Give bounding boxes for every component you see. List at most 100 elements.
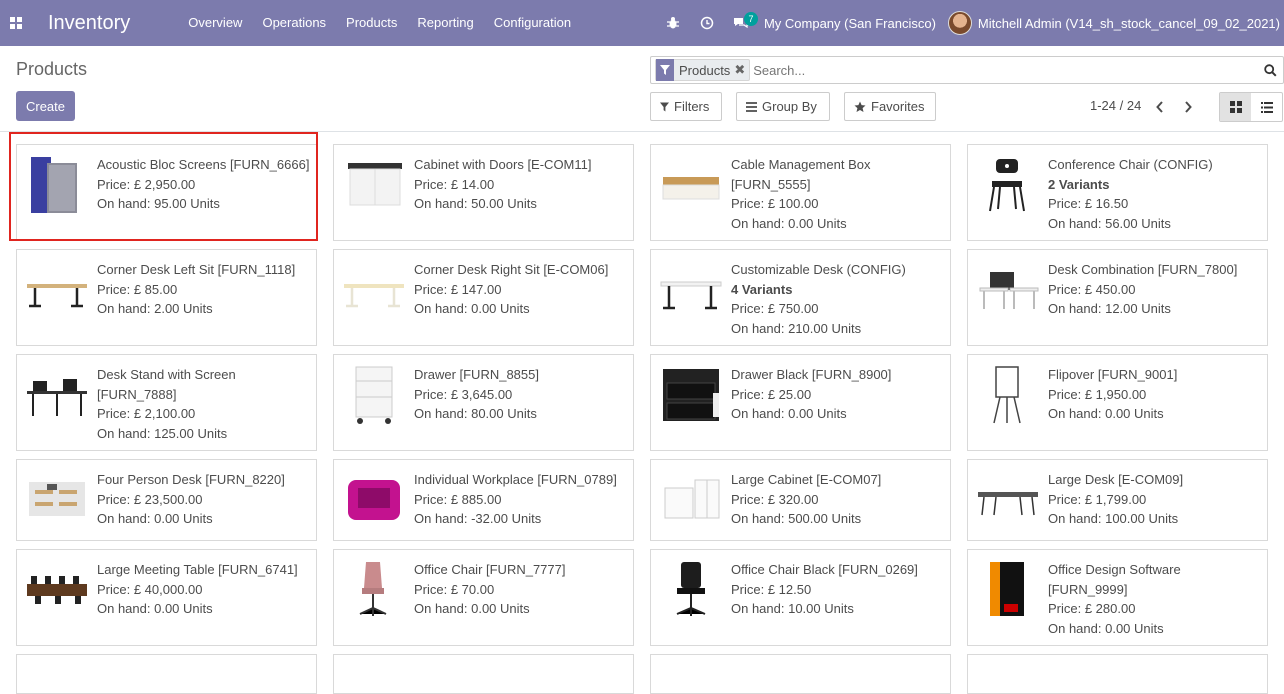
product-card[interactable]: Four Person Desk [FURN_8220] Price: £ 23,…	[16, 459, 317, 541]
create-button[interactable]: Create	[16, 91, 75, 121]
desk-stand-icon	[27, 379, 87, 416]
product-card[interactable]: Corner Desk Left Sit [FURN_1118] Price: £…	[16, 249, 317, 346]
product-onhand: On hand: 500.00 Units	[731, 511, 862, 526]
list-icon	[746, 101, 757, 112]
product-card[interactable]: Large Cabinet [E-COM07] Price: £ 320.00 On…	[650, 459, 951, 541]
product-onhand: On hand: 80.00 Units	[414, 406, 537, 421]
workplace-icon	[348, 480, 400, 520]
menu-products[interactable]: Products	[336, 0, 407, 46]
page-title[interactable]: Products	[16, 59, 87, 80]
product-card[interactable]: Office Chair Black [FURN_0269] Price: £ 1…	[650, 549, 951, 646]
product-price: Price: £ 147.00	[414, 281, 502, 297]
product-price: Price: £ 450.00	[1048, 281, 1136, 297]
product-price: Price: £ 85.00	[97, 281, 178, 297]
bug-icon[interactable]	[656, 0, 690, 46]
product-card[interactable]: Cabinet with Doors [E-COM11] Price: £ 14.…	[333, 144, 634, 241]
user-avatar[interactable]	[947, 11, 972, 35]
clock-icon[interactable]	[690, 0, 724, 46]
product-onhand: On hand: 2.00 Units	[97, 301, 213, 316]
product-card[interactable]	[650, 654, 951, 694]
product-onhand: On hand: 0.00 Units	[414, 301, 530, 316]
desk-light-icon	[344, 284, 404, 308]
pager-next-icon[interactable]	[1179, 97, 1197, 117]
apps-menu-icon[interactable]	[0, 0, 32, 46]
search-input[interactable]	[753, 62, 1257, 78]
star-icon	[854, 101, 866, 112]
large-desk-icon	[978, 492, 1038, 516]
menu-operations[interactable]: Operations	[252, 0, 336, 46]
meeting-table-icon	[27, 576, 87, 604]
filters-button[interactable]: Filters	[650, 92, 722, 121]
product-card[interactable]: Cable Management Box [FURN_5555] Price: £…	[650, 144, 951, 241]
product-price: Price: £ 750.00	[731, 301, 819, 316]
product-name: Office Design Software [FURN_9999]	[1048, 562, 1181, 597]
product-card[interactable]: Desk Stand with Screen [FURN_7888] Price:…	[16, 354, 317, 451]
search-icon[interactable]	[1257, 63, 1283, 77]
product-info: Desk Combination [FURN_7800] Price: £ 450…	[1048, 260, 1261, 319]
product-name: Drawer Black [FURN_8900]	[731, 367, 892, 382]
product-card[interactable]: Individual Workplace [FURN_0789] Price: £…	[333, 459, 634, 541]
drawer-white-icon	[355, 366, 393, 424]
product-onhand: On hand: 56.00 Units	[1048, 215, 1171, 231]
cable-box-icon	[662, 177, 720, 200]
filter-icon	[660, 102, 669, 111]
product-card[interactable]: Customizable Desk (CONFIG) 4 Variants Pric…	[650, 249, 951, 346]
product-name: Cable Management Box [FURN_5555]	[731, 157, 871, 192]
product-onhand: On hand: 10.00 Units	[731, 601, 854, 616]
product-name: Acoustic Bloc Screens [FURN_6666]	[97, 157, 310, 172]
menu-configuration[interactable]: Configuration	[484, 0, 581, 46]
product-card[interactable]	[333, 654, 634, 694]
product-name: Office Chair [FURN_7777]	[414, 562, 566, 577]
cabinet-icon	[348, 163, 402, 206]
four-desk-icon	[29, 482, 85, 516]
product-onhand: On hand: 12.00 Units	[1048, 301, 1171, 316]
user-menu[interactable]: Mitchell Admin (V14_sh_stock_cancel_09_0…	[978, 16, 1280, 31]
product-onhand: On hand: 125.00 Units	[97, 425, 228, 441]
product-info: Large Cabinet [E-COM07] Price: £ 320.00 On…	[731, 470, 944, 529]
app-title[interactable]: Inventory	[48, 12, 130, 35]
kanban-view-icon[interactable]	[1220, 93, 1251, 121]
top-navbar: Inventory Overview Operations Products R…	[0, 0, 1284, 46]
product-card[interactable]: Drawer [FURN_8855] Price: £ 3,645.00 On ha…	[333, 354, 634, 451]
product-onhand: On hand: 0.00 Units	[97, 511, 213, 526]
groupby-button[interactable]: Group By	[736, 92, 830, 121]
messages-icon[interactable]: 7	[724, 0, 758, 46]
pager-value[interactable]: 1-24 / 24	[1090, 98, 1141, 113]
product-price: Price: £ 14.00	[414, 176, 495, 192]
facet-close-icon[interactable]: ✖	[734, 62, 749, 78]
product-card[interactable]: Flipover [FURN_9001] Price: £ 1,950.00 On …	[967, 354, 1268, 451]
product-info: Conference Chair (CONFIG) 2 Variants Price…	[1048, 155, 1261, 233]
product-onhand: On hand: 0.00 Units	[731, 406, 847, 421]
company-switcher[interactable]: My Company (San Francisco)	[764, 16, 936, 31]
list-view-icon[interactable]	[1251, 93, 1282, 121]
product-card[interactable]: Office Chair [FURN_7777] Price: £ 70.00 On…	[333, 549, 634, 646]
product-onhand: On hand: 100.00 Units	[1048, 511, 1179, 526]
product-card[interactable]: Corner Desk Right Sit [E-COM06] Price: £ …	[333, 249, 634, 346]
product-card[interactable]: Desk Combination [FURN_7800] Price: £ 450…	[967, 249, 1268, 346]
product-onhand: On hand: 0.00 Units	[414, 601, 530, 616]
product-card[interactable]	[16, 654, 317, 694]
product-card[interactable]: Conference Chair (CONFIG) 2 Variants Price…	[967, 144, 1268, 241]
acoustic-screen-icon	[31, 157, 77, 213]
product-info: Office Chair Black [FURN_0269] Price: £ 1…	[731, 560, 944, 619]
menu-reporting[interactable]: Reporting	[407, 0, 483, 46]
product-price: Price: £ 280.00	[1048, 601, 1136, 616]
product-card[interactable]: Acoustic Bloc Screens [FURN_6666] Price: …	[16, 144, 317, 241]
product-price: Price: £ 320.00	[731, 491, 819, 507]
product-card[interactable]	[967, 654, 1268, 694]
product-variants: 2 Variants	[1048, 176, 1110, 192]
product-price: Price: £ 70.00	[414, 581, 495, 597]
product-card[interactable]: Large Desk [E-COM09] Price: £ 1,799.00 On …	[967, 459, 1268, 541]
pager-previous-icon[interactable]	[1151, 97, 1169, 117]
menu-overview[interactable]: Overview	[178, 0, 252, 46]
product-card[interactable]: Office Design Software [FURN_9999] Price:…	[967, 549, 1268, 646]
product-card[interactable]: Large Meeting Table [FURN_6741] Price: £ …	[16, 549, 317, 646]
product-onhand: On hand: 210.00 Units	[731, 320, 862, 336]
product-onhand: On hand: 0.00 Units	[1048, 406, 1164, 421]
product-info: Acoustic Bloc Screens [FURN_6666] Price: …	[97, 155, 310, 214]
product-price: Price: £ 2,950.00	[97, 176, 196, 192]
favorites-button[interactable]: Favorites	[844, 92, 936, 121]
product-onhand: On hand: 50.00 Units	[414, 196, 537, 211]
product-name: Office Chair Black [FURN_0269]	[731, 562, 918, 577]
product-card[interactable]: Drawer Black [FURN_8900] Price: £ 25.00 On…	[650, 354, 951, 451]
